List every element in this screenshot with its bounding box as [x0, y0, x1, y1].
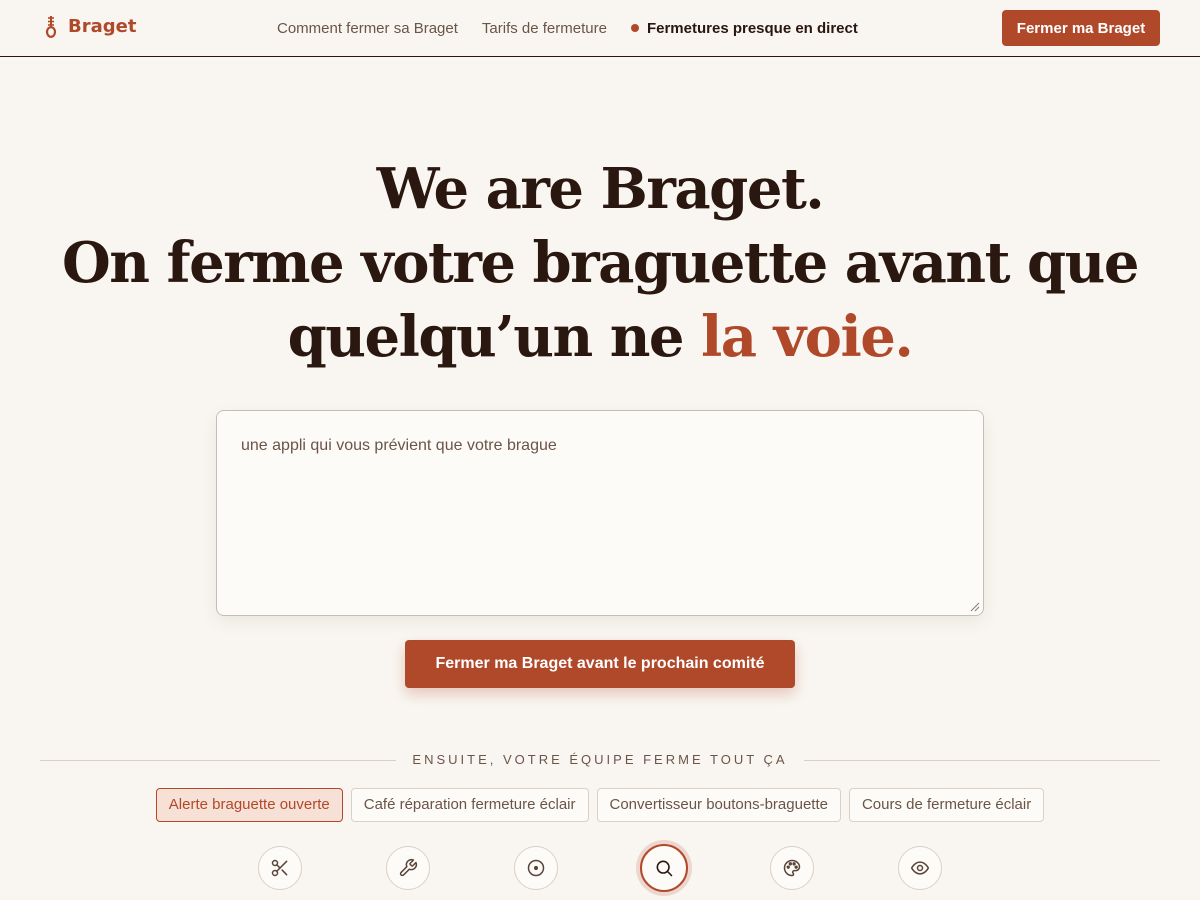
hero-accent-text: la voie. [701, 304, 914, 370]
tool-button-button[interactable] [514, 846, 558, 890]
palette-icon [783, 859, 801, 877]
submit-button[interactable]: Fermer ma Braget avant le prochain comit… [405, 640, 795, 688]
chip-zipper-course[interactable]: Cours de fermeture éclair [848, 788, 1045, 822]
chip-repair-cafe[interactable]: Café réparation fermeture éclair [350, 788, 589, 822]
hero-line-3-text: quelqu’un ne [287, 304, 702, 370]
chip-button-converter[interactable]: Convertisseur boutons-braguette [596, 788, 841, 822]
hero-line-3: quelqu’un ne la voie. [0, 300, 1200, 374]
tool-wrench-button[interactable] [386, 846, 430, 890]
tool-eye-button[interactable] [898, 846, 942, 890]
brand-name: Braget [68, 15, 137, 37]
main-nav: Comment fermer sa Braget Tarifs de ferme… [277, 18, 858, 38]
live-dot-icon [630, 24, 639, 32]
hero-line-2: On ferme votre braguette avant que [62, 230, 1139, 296]
tool-palette-button[interactable] [770, 846, 814, 890]
nav-link-live[interactable]: Fermetures presque en direct [630, 19, 858, 37]
top-nav-bar: Braget Comment fermer sa Braget Tarifs d… [0, 0, 1200, 57]
nav-link-how-to[interactable]: Comment fermer sa Braget [277, 20, 458, 37]
wrench-icon [399, 858, 418, 877]
header-cta-button[interactable]: Fermer ma Braget [1002, 10, 1160, 46]
resize-handle-icon[interactable] [970, 602, 980, 612]
idea-prompt-textarea[interactable] [216, 410, 984, 616]
tool-scissors-button[interactable] [258, 846, 302, 890]
scissors-icon [271, 859, 288, 877]
brand-logo[interactable]: Braget [44, 13, 136, 39]
button-icon [527, 859, 545, 877]
chip-open-fly-alert[interactable]: Alerte braguette ouverte [155, 788, 343, 822]
section-label: ENSUITE, VOTRE ÉQUIPE FERME TOUT ÇA [412, 752, 788, 767]
suggestion-chips: Alerte braguette ouverte Café réparation… [0, 788, 1200, 822]
zipper-icon [44, 14, 58, 38]
tool-search-button[interactable] [640, 844, 688, 892]
nav-live-label: Fermetures presque en direct [646, 19, 858, 37]
search-icon [656, 860, 673, 877]
hero-line-1: We are Braget. [376, 156, 825, 222]
eye-icon [910, 861, 930, 875]
nav-link-pricing[interactable]: Tarifs de fermeture [482, 20, 607, 37]
hero-headline: We are Braget. On ferme votre braguette … [0, 152, 1200, 374]
